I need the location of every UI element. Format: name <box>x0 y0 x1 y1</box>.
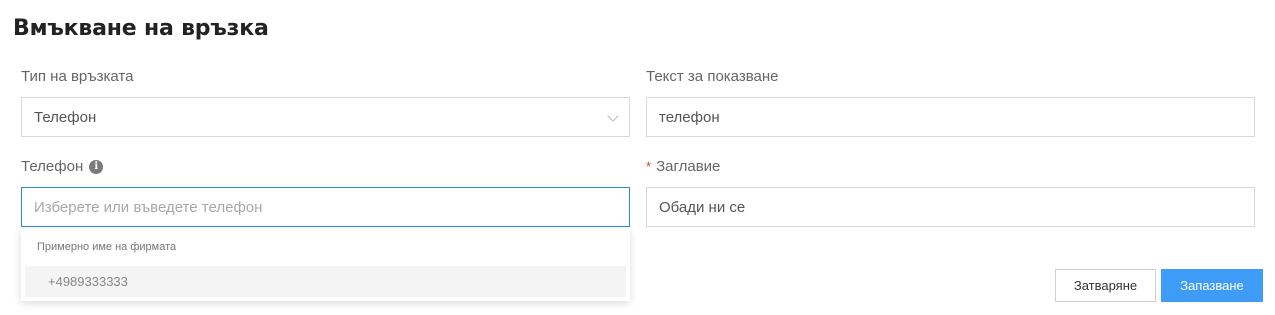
title-field[interactable]: Обади ни се <box>646 187 1255 227</box>
link-type-label-text: Тип на връзката <box>21 68 134 85</box>
phone-label-text: Телефон <box>21 158 84 175</box>
dropdown-group-label: Примерно име на фирмата <box>37 241 177 253</box>
dialog-title: Вмъкване на връзка <box>13 16 269 41</box>
phone-input-wrapper <box>21 187 630 227</box>
required-mark: * <box>646 159 652 174</box>
display-text-label: Текст за показване <box>646 68 779 85</box>
display-text-field[interactable]: телефон <box>646 97 1255 137</box>
title-field-label-text: Заглавие <box>656 158 721 175</box>
link-type-select[interactable]: Телефон <box>21 97 630 137</box>
phone-label: Телефон i <box>21 158 104 175</box>
link-type-label: Тип на връзката <box>21 68 133 85</box>
save-button[interactable]: Запазване <box>1161 269 1263 302</box>
close-button[interactable]: Затваряне <box>1055 269 1156 302</box>
phone-dropdown: Примерно име на фирмата +4989333333 <box>21 229 630 301</box>
display-text-label-text: Текст за показване <box>646 68 779 85</box>
display-text-value: телефон <box>659 108 720 126</box>
title-field-value: Обади ни се <box>659 198 746 216</box>
dropdown-option[interactable]: +4989333333 <box>25 266 626 297</box>
phone-input[interactable] <box>34 198 617 216</box>
insert-link-dialog: Вмъкване на връзка Тип на връзката Телеф… <box>0 0 1275 315</box>
title-field-label: * Заглавие <box>646 158 720 175</box>
link-type-value: Телефон <box>34 108 97 126</box>
info-icon[interactable]: i <box>89 159 104 174</box>
chevron-down-icon <box>607 110 619 122</box>
